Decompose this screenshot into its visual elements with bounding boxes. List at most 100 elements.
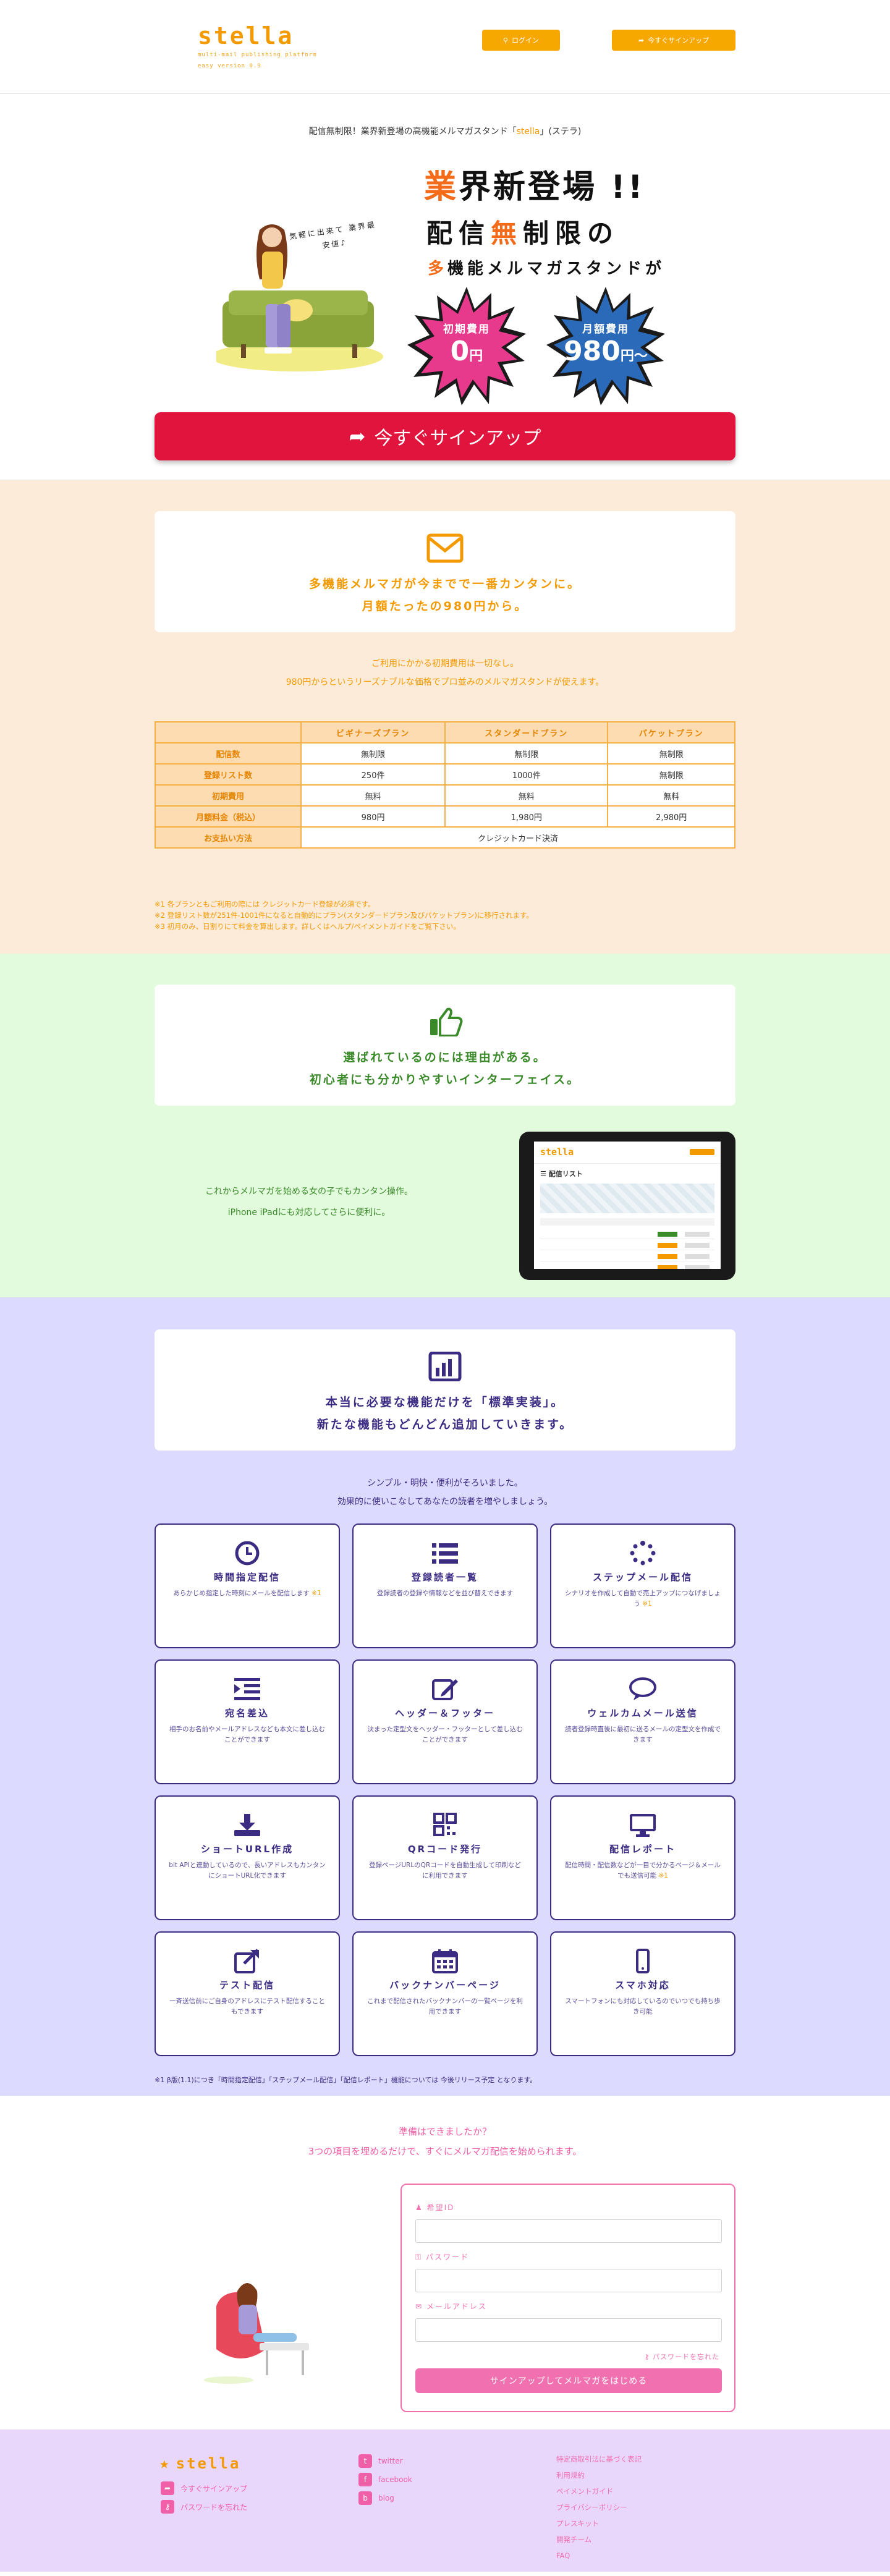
feature-title: テスト配信 bbox=[219, 1980, 275, 1991]
table-cell: クレジットカード決済 bbox=[300, 826, 735, 849]
pricing-card-line1: 多機能メルマガが今までで一番カンタンに。 bbox=[308, 577, 581, 591]
table-cell: 1000件 bbox=[444, 763, 609, 786]
headline-1: 業界新登場 !! bbox=[424, 161, 645, 207]
features-card-line2: 新たな機能もどんどん追加していきます。 bbox=[316, 1418, 574, 1431]
feature-title: ヘッダー＆フッター bbox=[394, 1708, 495, 1719]
ipad-screen: stella ☰ 配信リスト bbox=[534, 1142, 721, 1269]
burst-2-label: 月額費用 bbox=[582, 323, 629, 336]
footer-link[interactable]: 開発チーム bbox=[556, 2532, 642, 2548]
feature-desc: 登録ページURLのQRコードを自動生成して印刷などに利用できます bbox=[354, 1860, 536, 1881]
ipad-row bbox=[540, 1264, 714, 1269]
burst-2-value: 980円〜 bbox=[564, 336, 648, 373]
table-cell: 無制限 bbox=[444, 742, 609, 765]
burst-1-unit: 円 bbox=[469, 348, 483, 364]
feature-title: 宛名差込 bbox=[224, 1708, 269, 1719]
spinner-icon bbox=[630, 1541, 656, 1566]
ipad-banner bbox=[540, 1184, 714, 1213]
note-line: ※3 初月のみ、日割りにて料金を算出します。詳しくはヘルプ/ペイメントガイドをご… bbox=[155, 922, 460, 931]
user-id-label-text: 希望ID bbox=[426, 2203, 455, 2212]
table-header: パケットプラン bbox=[607, 721, 735, 744]
feature-title: 登録読者一覧 bbox=[411, 1572, 478, 1583]
footer-link-forgot[interactable]: ⚷ パスワードを忘れた bbox=[161, 2500, 247, 2514]
feature-mark: ※1 bbox=[642, 1600, 652, 1608]
footer-link-blog[interactable]: b blog bbox=[358, 2491, 394, 2505]
forgot-password-link[interactable]: ⚷ パスワードを忘れた bbox=[644, 2352, 719, 2362]
burst-1-value: 0円 bbox=[451, 336, 483, 373]
signup-form: ♟ 希望ID ⚿ パスワード ✉ メールアドレス ⚷ パスワードを忘れた サイン… bbox=[400, 2184, 735, 2412]
table-cell: 無制限 bbox=[607, 742, 735, 765]
share-icon: ➦ bbox=[349, 425, 366, 448]
feature-desc: あらかじめ指定した時刻にメールを配信します ※1 bbox=[156, 1588, 339, 1599]
headline-3b: 機能メルマガスタンドが bbox=[447, 260, 666, 278]
features-intro-card: 本当に必要な機能だけを「標準実装」。 新たな機能もどんどん追加していきます。 bbox=[155, 1329, 735, 1451]
row-label: 初期費用 bbox=[155, 784, 302, 807]
feature-card: 時間指定配信 あらかじめ指定した時刻にメールを配信します ※1 bbox=[155, 1523, 340, 1648]
indent-icon bbox=[234, 1678, 260, 1700]
features-desc-2: 効果的に使いこなしてあなたの読者を増やしましょう。 bbox=[337, 1497, 553, 1507]
pricing-table: ビギナーズプラン スタンダードプラン パケットプラン 配信数 無制限 無制限 無制限 … bbox=[155, 721, 735, 849]
envelope-icon bbox=[426, 533, 464, 563]
footer-link[interactable]: 利用規約 bbox=[556, 2467, 642, 2483]
headline-3a: 多 bbox=[428, 260, 448, 278]
footer-link-facebook[interactable]: f facebook bbox=[358, 2473, 412, 2486]
feature-desc-text: 相手のお名前やメールアドレスなども本文に差し込むことができます bbox=[169, 1726, 325, 1743]
feature-card: ウェルカムメール送信 読者登録時直後に最初に送るメールの定型文を作成できます bbox=[550, 1659, 735, 1784]
feature-desc: 読者登録時直後に最初に送るメールの定型文を作成できます bbox=[551, 1724, 734, 1745]
feature-desc: 相手のお名前やメールアドレスなども本文に差し込むことができます bbox=[156, 1724, 339, 1745]
ipad-logo: stella bbox=[540, 1146, 574, 1158]
email-label: ✉ メールアドレス bbox=[415, 2301, 487, 2311]
footer-link[interactable]: プライバシーポリシー bbox=[556, 2499, 642, 2515]
features-desc: シンプル・明快・便利がそろいました。 効果的に使いこなしてあなたの読者を増やしま… bbox=[0, 1474, 890, 1511]
hero-section: 配信無制限！業界新登場の高機能メルマガスタンド「stella」(ステラ) 気軽に… bbox=[0, 94, 890, 480]
table-cell: 2,980円 bbox=[607, 805, 735, 828]
monthly-fee-burst: 月額費用 980円〜 bbox=[544, 284, 668, 408]
ipad-row bbox=[540, 1253, 714, 1261]
feature-title: ショートURL作成 bbox=[200, 1844, 294, 1855]
email-input[interactable] bbox=[415, 2318, 722, 2342]
footer-link[interactable]: 特定商取引法に基づく表記 bbox=[556, 2451, 642, 2467]
list-icon bbox=[432, 1543, 458, 1564]
feature-desc-text: 配信時間・配信数などが一目で分かるページ＆メールでも送信可能 bbox=[565, 1862, 721, 1879]
footer-link-signup[interactable]: ➦ 今すぐサインアップ bbox=[161, 2481, 247, 2495]
ipad-row bbox=[540, 1242, 714, 1250]
user-id-input[interactable] bbox=[415, 2219, 722, 2243]
feature-desc-text: 登録ページURLのQRコードを自動生成して印刷などに利用できます bbox=[369, 1862, 521, 1879]
interface-desc: これからメルマガを始める女の子でもカンタン操作。 iPhone iPadにも対応… bbox=[198, 1181, 420, 1223]
site-logo[interactable]: stella multi-mail publishing platform ea… bbox=[198, 23, 317, 70]
hero-signup-button[interactable]: ➦ 今すぐサインアップ bbox=[155, 412, 735, 460]
headline-3: 多機能メルマガスタンドが bbox=[428, 256, 665, 279]
headline-2: 配信無制限の bbox=[426, 213, 619, 250]
features-card-line1: 本当に必要な機能だけを「標準実装」。 bbox=[325, 1396, 565, 1409]
signup-question: 準備はできましたか？ 3つの項目を埋めるだけで、すぐにメルマガ配信を始められます… bbox=[0, 2122, 890, 2161]
signup-submit-label: サインアップしてメルマガをはじめる bbox=[490, 2376, 648, 2386]
share-icon: ➦ bbox=[161, 2481, 174, 2495]
signup-section: 準備はできましたか？ 3つの項目を埋めるだけで、すぐにメルマガ配信を始められます… bbox=[0, 2096, 890, 2430]
footer-logo[interactable]: ★ stella bbox=[159, 2454, 240, 2473]
hero-lead: 配信無制限！業界新登場の高機能メルマガスタンド「stella」(ステラ) bbox=[0, 125, 890, 137]
forgot-password-text: パスワードを忘れた bbox=[653, 2353, 719, 2361]
desktop-icon bbox=[630, 1814, 656, 1837]
feature-card: ヘッダー＆フッター 決まった定型文をヘッダー・フッターとして差し込むことができま… bbox=[352, 1659, 538, 1784]
feature-desc-text: あらかじめ指定した時刻にメールを配信します bbox=[173, 1590, 310, 1597]
star-icon: ★ bbox=[159, 2454, 171, 2473]
headline-2a: 配信 bbox=[426, 218, 491, 248]
signup-submit-button[interactable]: サインアップしてメルマガをはじめる bbox=[415, 2368, 722, 2393]
login-button[interactable]: ⚲ ログイン bbox=[482, 30, 560, 51]
footer-link[interactable]: FAQ bbox=[556, 2548, 642, 2564]
feature-desc: 決まった定型文をヘッダー・フッターとして差し込むことができます bbox=[354, 1724, 536, 1745]
table-header: ビギナーズプラン bbox=[300, 721, 446, 744]
footer-link-text: facebook bbox=[378, 2475, 412, 2484]
footer-link-twitter[interactable]: t twitter bbox=[358, 2454, 403, 2468]
row-label: お支払い方法 bbox=[155, 826, 302, 849]
burst-1-label: 初期費用 bbox=[443, 323, 490, 336]
footer-link[interactable]: ペイメントガイド bbox=[556, 2483, 642, 2499]
feature-card: テスト配信 一斉送信前にご自身のアドレスにテスト配信することもできます bbox=[155, 1931, 340, 2056]
ipad-header: stella bbox=[534, 1142, 721, 1164]
signup-header-button[interactable]: ➦ 今すぐサインアップ bbox=[612, 30, 735, 51]
interface-desc-2: iPhone iPadにも対応してさらに便利に。 bbox=[227, 1208, 391, 1218]
interface-desc-1: これからメルマガを始める女の子でもカンタン操作。 bbox=[205, 1187, 413, 1197]
interface-section: 選ばれているのには理由がある。 初心者にも分かりやすいインターフェイス。 これか… bbox=[0, 954, 890, 1297]
feature-title: ウェルカムメール送信 bbox=[587, 1708, 698, 1719]
password-input[interactable] bbox=[415, 2269, 722, 2292]
footer-link[interactable]: プレスキット bbox=[556, 2515, 642, 2532]
